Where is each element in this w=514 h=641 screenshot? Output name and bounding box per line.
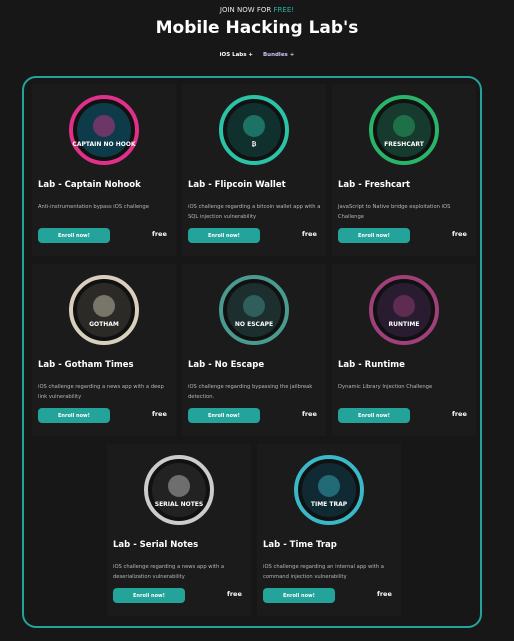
lab-title[interactable]: Lab - Flipcoin Wallet xyxy=(188,180,286,190)
lab-card: NO ESCAPE Lab - No Escape iOS challenge … xyxy=(182,264,326,436)
lab-price: free xyxy=(227,590,242,598)
lab-description: iOS challenge regarding an internal app … xyxy=(263,564,384,580)
lab-card: FRESHCART Lab - Freshcart JavaScript to … xyxy=(332,84,476,256)
badge-text: RUNTIME xyxy=(389,321,420,328)
lab-description: iOS challenge regarding bypassing the ja… xyxy=(188,384,313,400)
enroll-button[interactable]: Enroll now! xyxy=(38,228,110,243)
badge-text: SERIAL NOTES xyxy=(155,501,203,508)
free-highlight: FREE! xyxy=(273,6,295,14)
enroll-button[interactable]: Enroll now! xyxy=(113,588,185,603)
enroll-button[interactable]: Enroll now! xyxy=(188,228,260,243)
enroll-button[interactable]: Enroll now! xyxy=(338,228,410,243)
lab-card: SERIAL NOTES Lab - Serial Notes iOS chal… xyxy=(107,444,251,616)
lab-card: ₿ Lab - Flipcoin Wallet iOS challenge re… xyxy=(182,84,326,256)
badge-text: CAPTAIN NO HOOK xyxy=(72,141,135,148)
lab-description: iOS challenge regarding a bitcoin wallet… xyxy=(188,204,321,220)
lab-price: free xyxy=(302,230,317,238)
lab-price: free xyxy=(152,410,167,418)
filter-bundles[interactable]: Bundles + xyxy=(263,52,294,58)
lab-badge-image: CAPTAIN NO HOOK xyxy=(69,95,139,165)
enroll-button[interactable]: Enroll now! xyxy=(263,588,335,603)
lab-badge-image: SERIAL NOTES xyxy=(144,455,214,525)
page-title: Mobile Hacking Lab's xyxy=(155,18,359,38)
enroll-button[interactable]: Enroll now! xyxy=(38,408,110,423)
lab-badge-image: FRESHCART xyxy=(369,95,439,165)
lab-title[interactable]: Lab - Runtime xyxy=(338,360,405,370)
lab-title[interactable]: Lab - Captain Nohook xyxy=(38,180,141,190)
lab-card: CAPTAIN NO HOOK Lab - Captain Nohook Ant… xyxy=(32,84,176,256)
lab-card: TIME TRAP Lab - Time Trap iOS challenge … xyxy=(257,444,401,616)
lab-badge-image: NO ESCAPE xyxy=(219,275,289,345)
lab-price: free xyxy=(377,590,392,598)
lab-description: iOS challenge regarding a news app with … xyxy=(113,564,225,580)
badge-text: ₿ xyxy=(252,141,257,148)
lab-price: free xyxy=(452,410,467,418)
lab-price: free xyxy=(302,410,317,418)
lab-description: Anti-instrumentation bypass iOS challeng… xyxy=(38,204,149,210)
enroll-button[interactable]: Enroll now! xyxy=(338,408,410,423)
lab-card: RUNTIME Lab - Runtime Dynamic Library In… xyxy=(332,264,476,436)
lab-badge-image: GOTHAM xyxy=(69,275,139,345)
lab-price: free xyxy=(452,230,467,238)
lab-card: GOTHAM Lab - Gotham Times iOS challenge … xyxy=(32,264,176,436)
lab-title[interactable]: Lab - Serial Notes xyxy=(113,540,198,550)
join-banner: JOIN NOW FOR FREE! xyxy=(219,6,295,14)
lab-title[interactable]: Lab - Time Trap xyxy=(263,540,337,550)
filter-ios-labs[interactable]: iOS Labs + xyxy=(220,52,253,58)
lab-title[interactable]: Lab - Freshcart xyxy=(338,180,410,190)
lab-title[interactable]: Lab - No Escape xyxy=(188,360,264,370)
lab-description: Dynamic Library Injection Challenge xyxy=(338,384,433,390)
lab-price: free xyxy=(152,230,167,238)
badge-text: FRESHCART xyxy=(384,141,425,148)
lab-description: iOS challenge regarding a news app with … xyxy=(38,384,164,400)
badge-text: NO ESCAPE xyxy=(235,321,273,328)
badge-text: TIME TRAP xyxy=(311,501,348,508)
lab-badge-image: RUNTIME xyxy=(369,275,439,345)
filters: iOS Labs + Bundles + xyxy=(0,52,514,58)
enroll-button[interactable]: Enroll now! xyxy=(188,408,260,423)
badge-text: GOTHAM xyxy=(89,321,119,328)
lab-badge-image: ₿ xyxy=(219,95,289,165)
lab-badge-image: TIME TRAP xyxy=(294,455,364,525)
lab-title[interactable]: Lab - Gotham Times xyxy=(38,360,134,370)
lab-description: JavaScript to Native bridge exploitation… xyxy=(338,204,451,220)
